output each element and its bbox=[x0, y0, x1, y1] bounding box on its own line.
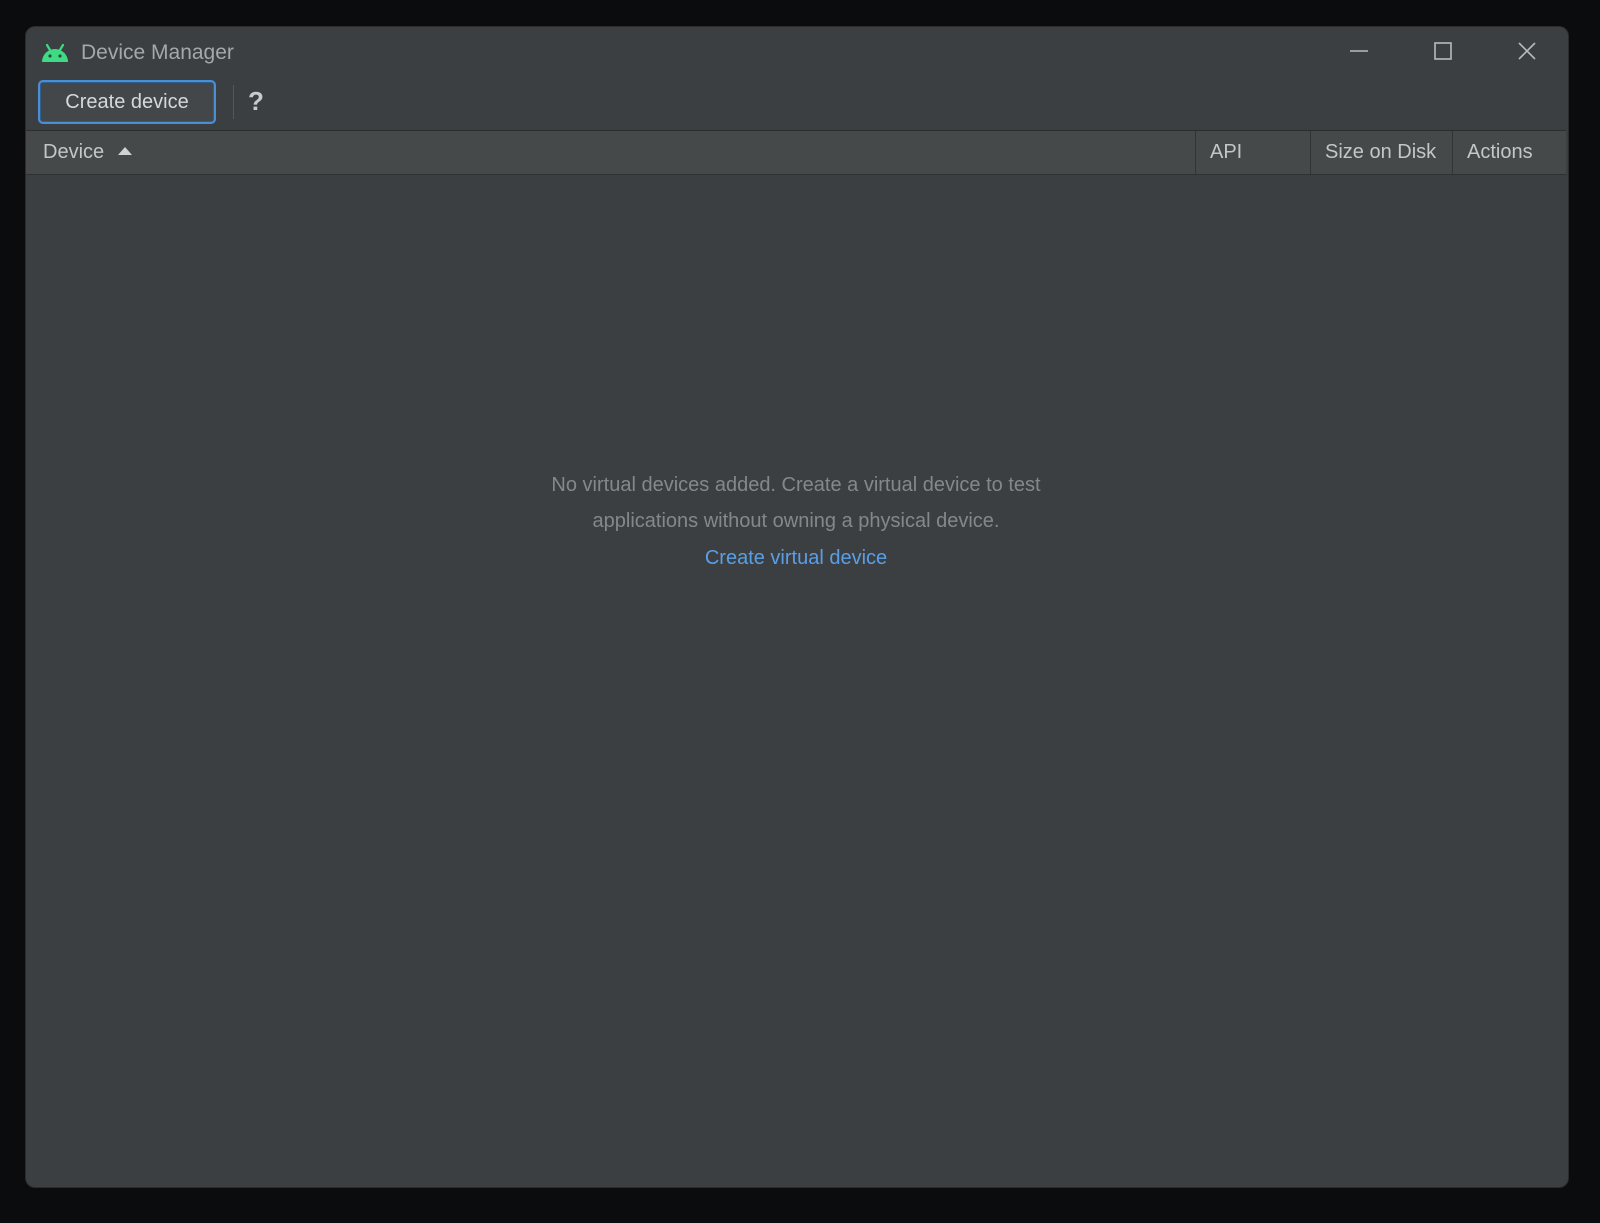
column-header-size-on-disk[interactable]: Size on Disk bbox=[1310, 131, 1452, 174]
empty-state-message-line1: No virtual devices added. Create a virtu… bbox=[551, 474, 1041, 496]
close-icon bbox=[1517, 41, 1537, 66]
column-label: Size on Disk bbox=[1325, 141, 1437, 163]
device-table-header: Device API Size on Disk Actions bbox=[26, 130, 1566, 175]
window-title: Device Manager bbox=[81, 41, 234, 64]
close-button[interactable] bbox=[1502, 35, 1552, 71]
column-label: Device bbox=[43, 141, 105, 163]
toolbar: Create device ? bbox=[26, 77, 1568, 131]
maximize-button[interactable] bbox=[1418, 35, 1468, 71]
device-manager-window: Device Manager Create device ? Device AP… bbox=[26, 27, 1568, 1187]
android-icon bbox=[40, 41, 70, 63]
column-header-device[interactable]: Device bbox=[28, 131, 1195, 174]
minimize-icon bbox=[1349, 41, 1369, 66]
empty-state: No virtual devices added. Create a virtu… bbox=[26, 467, 1566, 575]
create-device-button[interactable]: Create device bbox=[38, 80, 216, 124]
help-button[interactable]: ? bbox=[244, 83, 268, 119]
maximize-icon bbox=[1433, 41, 1453, 66]
column-header-actions[interactable]: Actions bbox=[1452, 131, 1564, 174]
empty-state-message-line2: applications without owning a physical d… bbox=[592, 510, 1000, 532]
sort-ascending-icon bbox=[118, 146, 133, 155]
column-label: API bbox=[1210, 141, 1243, 163]
create-virtual-device-link[interactable]: Create virtual device bbox=[705, 541, 887, 575]
minimize-button[interactable] bbox=[1334, 35, 1384, 71]
column-label: Actions bbox=[1467, 141, 1533, 163]
title-bar: Device Manager bbox=[26, 27, 1568, 77]
toolbar-separator bbox=[233, 85, 234, 119]
column-header-api[interactable]: API bbox=[1195, 131, 1310, 174]
